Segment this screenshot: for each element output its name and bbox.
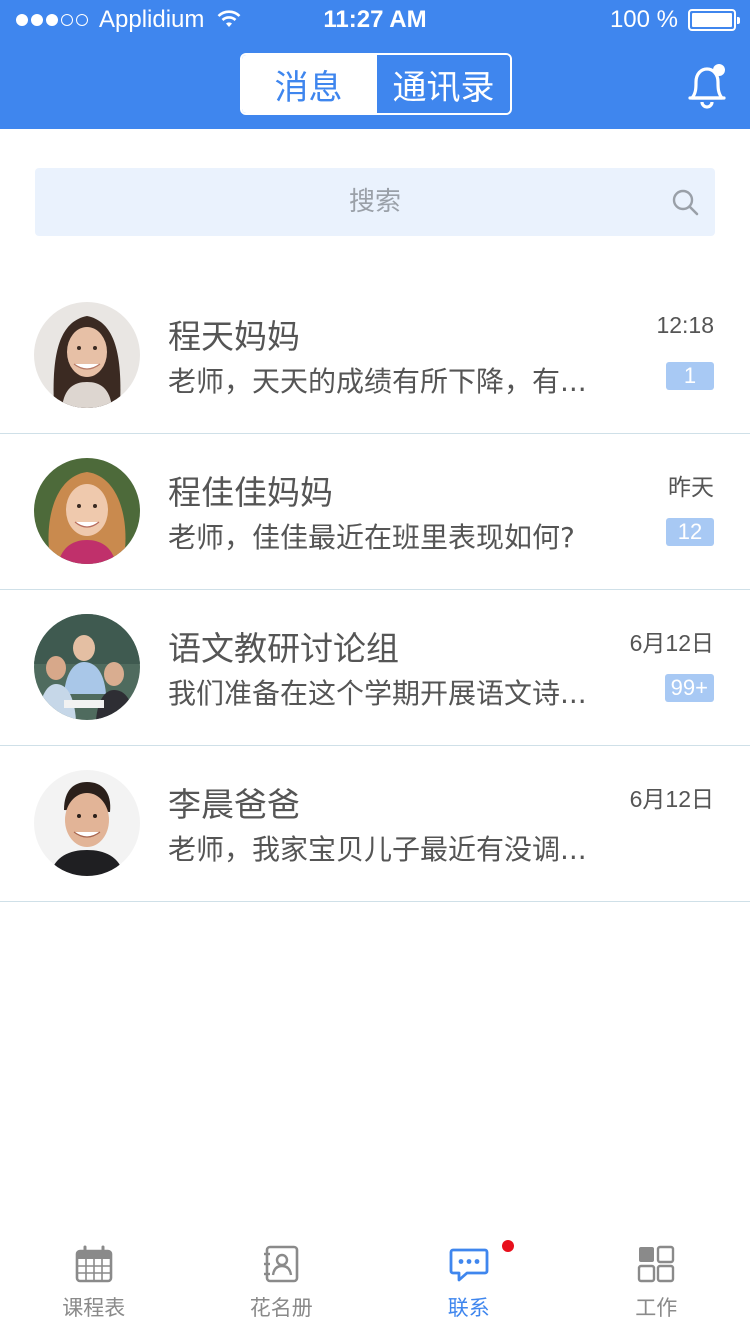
message-preview: 老师，天天的成绩有所下降，有... [168,365,587,398]
tab-label: 课程表 [62,1296,126,1320]
tab-schedule[interactable]: 课程表 [0,1230,188,1334]
tab-bar: 课程表 花名册 联系 工作 [0,1230,750,1334]
message-preview: 老师，我家宝贝儿子最近有没调... [168,833,587,866]
calendar-icon [75,1245,113,1283]
unread-badge: 1 [666,362,714,390]
contact-name: 程佳佳妈妈 [168,473,333,512]
message-time: 6月12日 [629,630,714,656]
message-time: 12:18 [656,312,714,338]
conversation-list: 程天妈妈 老师，天天的成绩有所下降，有... 12:18 1 程佳佳妈妈 老师，… [0,278,750,902]
battery-percent: 100 % [609,6,678,33]
conversation-row[interactable]: 语文教研讨论组 我们准备在这个学期开展语文诗... 6月12日 99+ [0,590,750,746]
search-input[interactable] [35,168,715,236]
unread-badge: 99+ [664,674,714,702]
tab-work[interactable]: 工作 [563,1230,750,1334]
tab-contact[interactable]: 联系 [375,1230,563,1334]
conversation-row[interactable]: 程天妈妈 老师，天天的成绩有所下降，有... 12:18 1 [0,278,750,434]
avatar [34,458,140,564]
contact-name: 李晨爸爸 [168,785,300,824]
conversation-row[interactable]: 李晨爸爸 老师，我家宝贝儿子最近有没调... 6月12日 [0,746,750,902]
unread-badge: 12 [666,518,714,546]
segment-messages[interactable]: 消息 [242,55,375,113]
group-avatar [34,614,140,720]
segmented-control: 消息 通讯录 [240,53,512,115]
tab-roster[interactable]: 花名册 [188,1230,376,1334]
group-name: 语文教研讨论组 [168,629,399,668]
message-preview: 老师，佳佳最近在班里表现如何? [168,521,575,554]
status-right: 100 % [609,6,740,34]
contact-book-icon [264,1245,299,1283]
avatar [34,770,140,876]
status-bar: Applidium 11:27 AM 100 % [0,0,750,40]
avatar [34,302,140,408]
message-preview: 我们准备在这个学期开展语文诗... [168,677,587,710]
grid-icon [638,1245,675,1283]
notification-dot [502,1240,514,1252]
message-time: 6月12日 [629,786,714,812]
chat-icon [449,1248,489,1282]
segment-contacts[interactable]: 通讯录 [375,55,510,113]
search-icon[interactable] [671,188,699,216]
message-time: 昨天 [668,474,714,500]
battery-icon [688,9,740,31]
tab-label: 花名册 [249,1296,313,1320]
tab-label: 联系 [447,1296,490,1320]
app-header: Applidium 11:27 AM 100 % 消息 通讯录 [0,0,750,129]
search-bar [35,168,715,236]
contact-name: 程天妈妈 [168,317,300,356]
bell-icon[interactable] [684,60,730,110]
conversation-row[interactable]: 程佳佳妈妈 老师，佳佳最近在班里表现如何? 昨天 12 [0,434,750,590]
tab-label: 工作 [635,1296,678,1320]
